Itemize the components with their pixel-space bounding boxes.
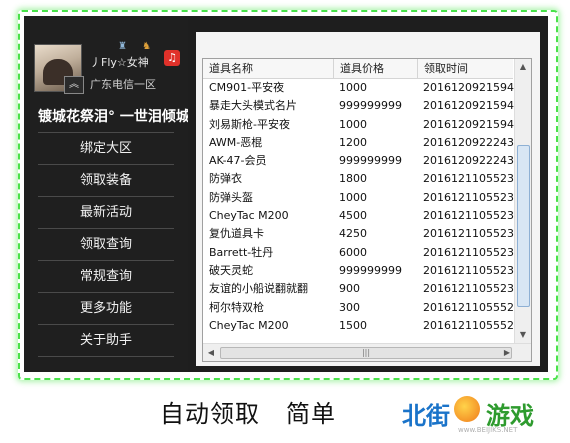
cell-claim-time: 20161209215949 (423, 99, 521, 113)
table-row[interactable]: 复仇道具卡 4250 20161211055235 (203, 225, 521, 243)
caption-part-auto-claim: 自动领取 (160, 400, 260, 428)
scroll-left-icon[interactable]: ◀ (203, 344, 219, 361)
menu-item-claim-equipment[interactable]: 领取装备 (38, 164, 174, 196)
table-row[interactable]: Barrett-牡丹 6000 20161211055235 (203, 244, 521, 262)
rank-chevron-icon: ︽ (64, 76, 84, 94)
cell-claim-time: 20161211055235 (423, 282, 521, 296)
scroll-right-icon[interactable]: ▶ (499, 344, 515, 361)
table-row[interactable]: AK-47-会员 999999999 20161209222436 (203, 152, 521, 170)
column-header-item-price[interactable]: 道具价格 (333, 59, 417, 78)
cell-item-price: 1000 (339, 190, 367, 204)
table-row[interactable]: 破天灵蛇 999999999 20161211055235 (203, 262, 521, 280)
cell-item-price: 1500 (339, 318, 367, 332)
cell-claim-time: 20161211055235 (423, 245, 521, 259)
server-label: 广东电信一区 (90, 78, 156, 91)
cell-item-price: 300 (339, 300, 360, 314)
watermark-text-north: 北街 (402, 402, 450, 430)
vertical-scroll-thumb[interactable] (517, 145, 530, 307)
column-header-claim-time[interactable]: 领取时间 (417, 59, 513, 78)
app-window: ︽ ♜ ♞ ♫ 丿Fly☆女神 广东电信一区 镀城花祭泪° 一世泪倾城 绑定大区… (24, 16, 548, 372)
cell-item-name: 破天灵蛇 (209, 263, 253, 277)
cell-claim-time: 20161211055235 (423, 190, 521, 204)
cell-item-name: 友谊的小船说翻就翻 (209, 282, 308, 296)
cell-item-name: 复仇道具卡 (209, 227, 264, 241)
cell-item-price: 900 (339, 282, 360, 296)
cell-item-name: Barrett-牡丹 (209, 245, 274, 259)
horizontal-scrollbar[interactable]: ◀ ||| ▶ (203, 343, 531, 361)
table-row[interactable]: CheyTac M200 4500 20161211055235 (203, 207, 521, 225)
cell-claim-time: 20161209222436 (423, 154, 521, 168)
cell-item-price: 4250 (339, 227, 367, 241)
cell-item-name: CM901-平安夜 (209, 81, 285, 94)
cell-item-name: 刘易斯枪-平安夜 (209, 117, 290, 131)
cell-claim-time: 20161209222436 (423, 135, 521, 149)
cell-item-name: 柯尔特双枪 (209, 300, 264, 314)
table-row[interactable]: AWM-恶棍 1200 20161209222436 (203, 134, 521, 152)
cell-item-price: 4500 (339, 209, 367, 223)
watermark-url: www.BEIJIKS.NET (458, 426, 518, 434)
menu-item-about[interactable]: 关于助手 (38, 324, 174, 357)
content-panel: 道具名称 道具价格 领取时间 CM901-平安夜 1000 201612092159… (196, 32, 540, 366)
promo-caption: 自动领取 简单 (160, 394, 336, 429)
table-body: CM901-平安夜 1000 20161209215949 暴走大头模式名片 9999… (203, 79, 521, 335)
sidebar: ︽ ♜ ♞ ♫ 丿Fly☆女神 广东电信一区 镀城花祭泪° 一世泪倾城 绑定大区… (24, 16, 188, 372)
cell-item-name: CheyTac M200 (209, 318, 289, 332)
caption-part-simple: 简单 (286, 400, 336, 428)
cell-item-name: AK-47-会员 (209, 154, 267, 168)
cell-claim-time: 20161211055526 (423, 318, 521, 332)
menu-item-bind-region[interactable]: 绑定大区 (38, 132, 174, 164)
username: 丿Fly☆女神 (90, 56, 149, 69)
cell-claim-time: 20161209215949 (423, 81, 521, 94)
cell-item-price: 1000 (339, 117, 367, 131)
cell-item-price: 999999999 (339, 99, 402, 113)
cell-item-name: 暴走大头模式名片 (209, 99, 297, 113)
scroll-up-icon[interactable]: ▲ (515, 59, 531, 75)
cell-item-name: CheyTac M200 (209, 209, 289, 223)
cell-claim-time: 20161211055235 (423, 209, 521, 223)
music-icon[interactable]: ♫ (164, 50, 180, 66)
cell-item-price: 1200 (339, 135, 367, 149)
table-row[interactable]: 柯尔特双枪 300 20161211055524 (203, 299, 521, 317)
cell-claim-time: 20161211055524 (423, 300, 521, 314)
site-watermark-logo: 北街 游戏 www.BEIJIKS.NET (398, 392, 570, 440)
vertical-scrollbar[interactable]: ▲ ▼ (514, 59, 531, 343)
table-row[interactable]: CheyTac M200 1500 20161211055526 (203, 317, 521, 335)
horizontal-scroll-thumb[interactable]: ||| (220, 347, 512, 359)
table-header: 道具名称 道具价格 领取时间 (203, 59, 513, 79)
marquee-text: 镀城花祭泪° 一世泪倾城 (38, 109, 188, 125)
cell-item-name: 防弹衣 (209, 172, 242, 186)
table-row[interactable]: CM901-平安夜 1000 20161209215949 (203, 79, 521, 97)
table-row[interactable]: 防弹头盔 1000 20161211055235 (203, 189, 521, 207)
watermark-sun-icon (454, 396, 480, 422)
cell-item-price: 1000 (339, 81, 367, 94)
table-row[interactable]: 友谊的小船说翻就翻 900 20161211055235 (203, 280, 521, 298)
medal-blue-icon: ♜ (118, 41, 127, 52)
table-row[interactable]: 暴走大头模式名片 999999999 20161209215949 (203, 97, 521, 115)
cell-claim-time: 20161211055235 (423, 172, 521, 186)
cell-claim-time: 20161211055235 (423, 227, 521, 241)
medal-orange-icon: ♞ (142, 41, 151, 52)
cell-item-price: 999999999 (339, 154, 402, 168)
claim-table: 道具名称 道具价格 领取时间 CM901-平安夜 1000 201612092159… (202, 58, 532, 362)
profile-card: ︽ ♜ ♞ ♫ 丿Fly☆女神 广东电信一区 (34, 41, 188, 104)
cell-item-name: AWM-恶棍 (209, 135, 263, 149)
cell-item-price: 1800 (339, 172, 367, 186)
cell-item-price: 999999999 (339, 263, 402, 277)
sidebar-menu: 绑定大区 领取装备 最新活动 领取查询 常规查询 更多功能 关于助手 (38, 132, 174, 357)
menu-item-regular-query[interactable]: 常规查询 (38, 260, 174, 292)
table-row[interactable]: 防弹衣 1800 20161211055235 (203, 170, 521, 188)
table-row[interactable]: 刘易斯枪-平安夜 1000 20161209215949 (203, 116, 521, 134)
scroll-down-icon[interactable]: ▼ (515, 327, 531, 343)
menu-item-latest-events[interactable]: 最新活动 (38, 196, 174, 228)
menu-item-more-features[interactable]: 更多功能 (38, 292, 174, 324)
cell-item-name: 防弹头盔 (209, 190, 253, 204)
menu-item-claim-query[interactable]: 领取查询 (38, 228, 174, 260)
cell-claim-time: 20161209215949 (423, 117, 521, 131)
cell-item-price: 6000 (339, 245, 367, 259)
cell-claim-time: 20161211055235 (423, 263, 521, 277)
column-header-item-name[interactable]: 道具名称 (203, 59, 333, 78)
